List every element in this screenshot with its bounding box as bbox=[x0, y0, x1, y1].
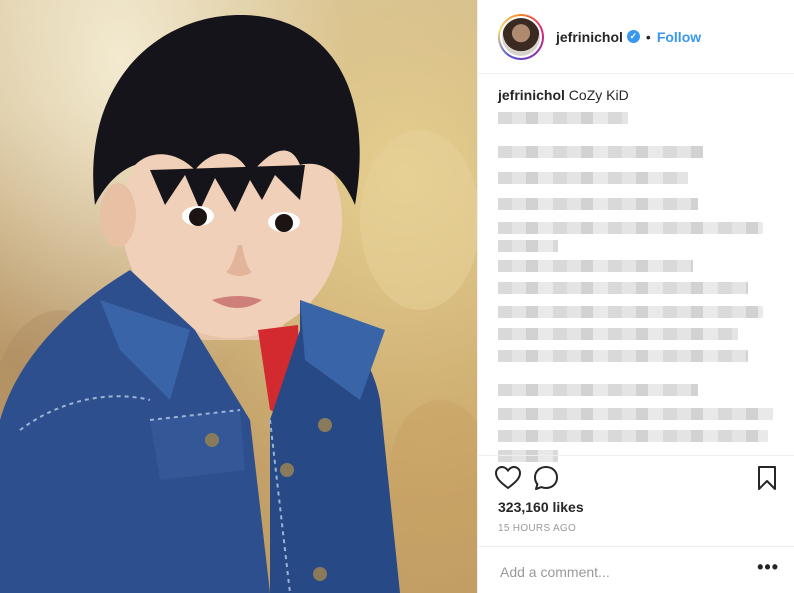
profile-avatar[interactable] bbox=[498, 13, 544, 60]
comment-bar: ••• bbox=[478, 546, 794, 593]
blurred-line bbox=[498, 260, 693, 272]
verified-badge-icon: ✓ bbox=[626, 30, 640, 43]
follow-button[interactable]: Follow bbox=[657, 29, 701, 45]
child-portrait-illustration bbox=[0, 15, 477, 593]
more-options-icon[interactable]: ••• bbox=[757, 557, 779, 578]
blurred-caption-text bbox=[498, 110, 773, 462]
blurred-line bbox=[498, 350, 748, 362]
instagram-post: jefrinichol ✓ • Follow jefrinichol CoZy … bbox=[0, 0, 794, 593]
like-count[interactable]: 323,160 likes bbox=[498, 499, 584, 515]
blurred-line bbox=[498, 328, 738, 340]
heart-icon[interactable] bbox=[494, 464, 522, 492]
blurred-line bbox=[498, 282, 748, 294]
blurred-line bbox=[498, 146, 703, 158]
blurred-line bbox=[498, 222, 763, 234]
comment-bubble-icon[interactable] bbox=[532, 464, 560, 492]
post-side-panel: jefrinichol ✓ • Follow jefrinichol CoZy … bbox=[477, 0, 794, 593]
username-link[interactable]: jefrinichol bbox=[556, 29, 623, 45]
blurred-line bbox=[498, 430, 768, 442]
caption-text: CoZy KiD bbox=[568, 87, 629, 103]
post-header: jefrinichol ✓ • Follow bbox=[478, 0, 794, 74]
separator-dot: • bbox=[645, 28, 651, 45]
blurred-line bbox=[498, 240, 558, 252]
blurred-line bbox=[498, 198, 698, 210]
blurred-line bbox=[498, 306, 763, 318]
post-caption: jefrinichol CoZy KiD bbox=[498, 86, 783, 104]
caption-username[interactable]: jefrinichol bbox=[498, 87, 565, 103]
bookmark-icon[interactable] bbox=[753, 464, 781, 492]
blurred-line bbox=[498, 172, 688, 184]
avatar-frame bbox=[500, 15, 542, 58]
avatar-image bbox=[502, 17, 540, 56]
action-bar bbox=[478, 455, 794, 499]
post-photo[interactable] bbox=[0, 0, 477, 593]
blurred-line bbox=[498, 112, 628, 124]
blurred-line bbox=[498, 384, 698, 396]
post-timestamp[interactable]: 15 HOURS AGO bbox=[498, 523, 576, 534]
comment-input[interactable] bbox=[498, 559, 742, 585]
blurred-line bbox=[498, 408, 773, 420]
